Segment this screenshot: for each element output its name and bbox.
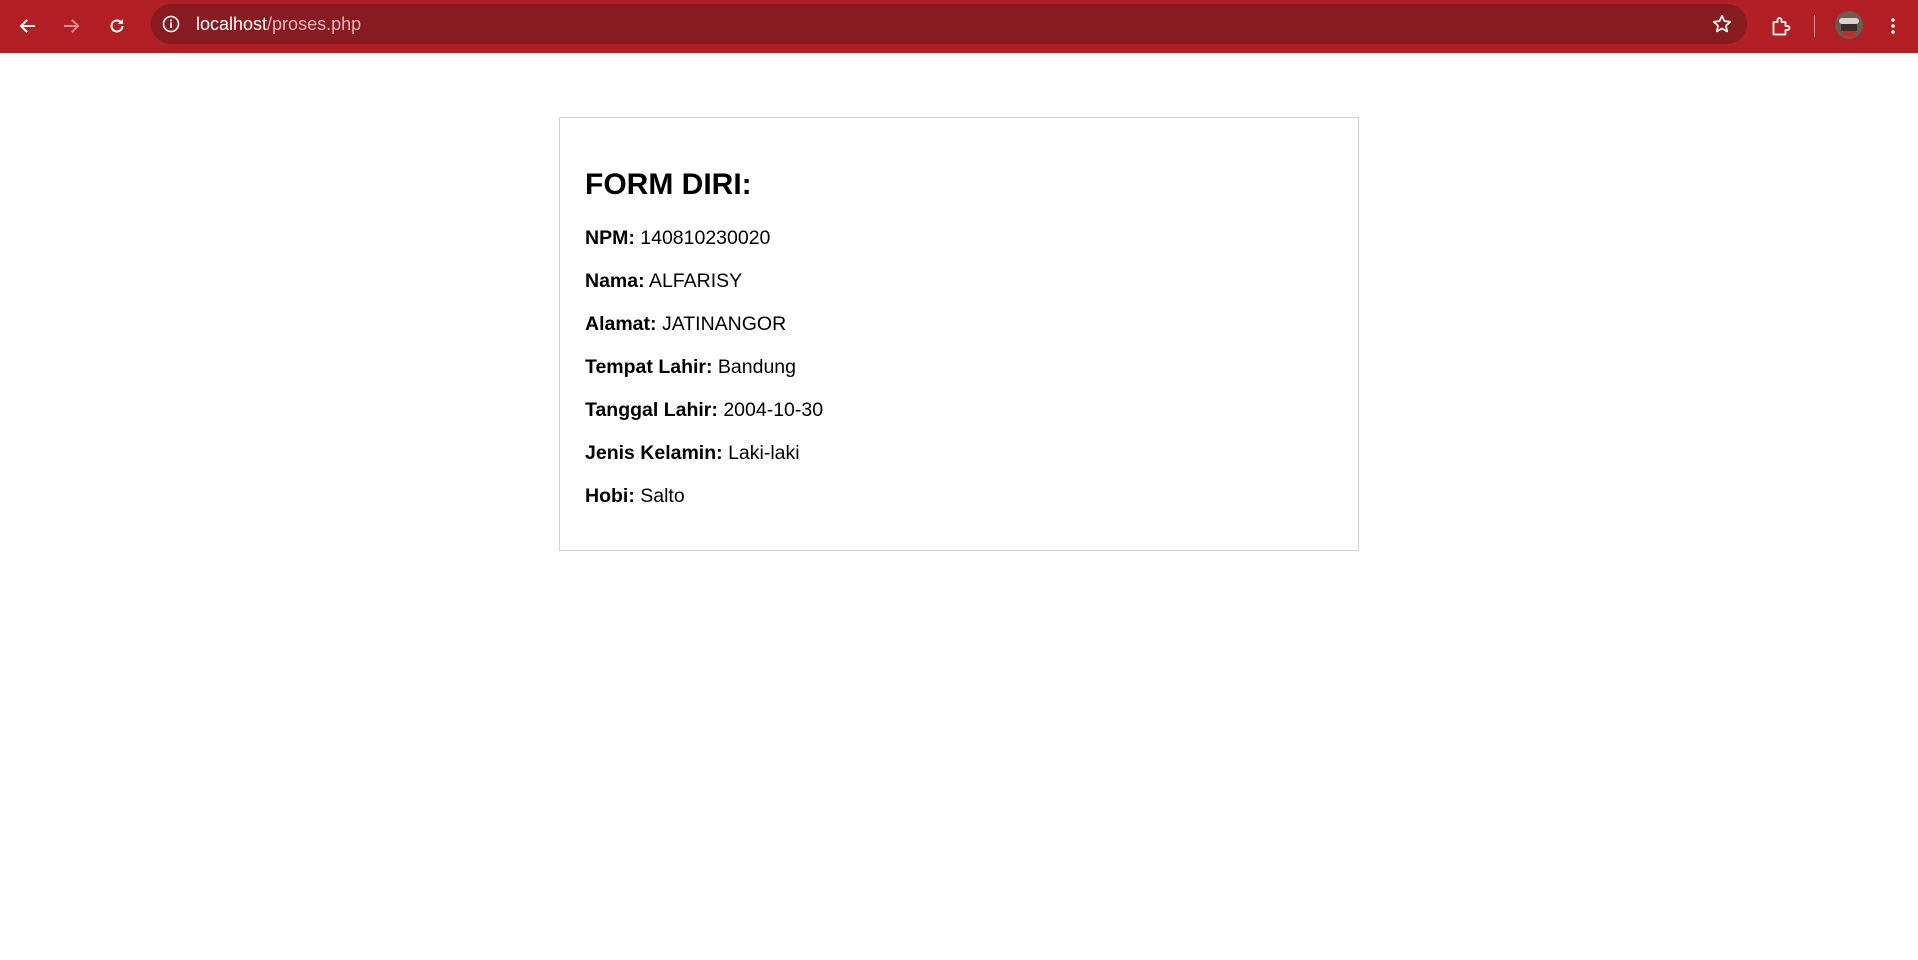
- field-nama: Nama: ALFARISY: [585, 268, 742, 294]
- back-button[interactable]: [10, 9, 44, 43]
- toolbar-divider: [1814, 15, 1815, 37]
- reload-icon: [110, 19, 124, 33]
- field-tempat-lahir: Tempat Lahir: Bandung: [585, 354, 796, 380]
- back-arrow-icon: [19, 19, 35, 33]
- forward-button[interactable]: [55, 9, 89, 43]
- url-path: /proses.php: [267, 14, 362, 34]
- field-label: Alamat:: [585, 313, 657, 335]
- forward-arrow-icon: [64, 19, 80, 33]
- field-label: Tanggal Lahir:: [585, 399, 718, 421]
- field-npm: NPM: 140810230020: [585, 225, 770, 251]
- more-menu-button[interactable]: [1876, 9, 1910, 43]
- site-info-icon[interactable]: [161, 14, 181, 34]
- bookmark-star-icon[interactable]: [1711, 13, 1733, 35]
- form-result-card: FORM DIRI: NPM: 140810230020 Nama: ALFAR…: [559, 117, 1359, 551]
- field-label: Jenis Kelamin:: [585, 442, 723, 464]
- extensions-icon: [1772, 17, 1791, 36]
- field-label: Tempat Lahir:: [585, 356, 713, 378]
- form-title: FORM DIRI:: [585, 168, 752, 201]
- field-label: Hobi:: [585, 485, 635, 507]
- field-label: Nama:: [585, 270, 645, 292]
- field-value: ALFARISY: [648, 270, 743, 292]
- url-host: localhost: [196, 14, 268, 34]
- field-alamat: Alamat: JATINANGOR: [585, 311, 786, 337]
- avatar-image: [1835, 11, 1863, 39]
- more-menu-icon: [1891, 18, 1895, 34]
- reload-button[interactable]: [100, 9, 134, 43]
- field-value: 2004-10-30: [723, 399, 824, 421]
- address-bar[interactable]: localhost/proses.php: [151, 4, 1747, 44]
- field-value: JATINANGOR: [661, 313, 787, 335]
- profile-avatar[interactable]: [1835, 11, 1863, 39]
- field-value: Laki-laki: [728, 442, 800, 464]
- field-hobi: Hobi: Salto: [585, 483, 685, 509]
- field-value: Bandung: [717, 356, 796, 378]
- field-jenis-kelamin: Jenis Kelamin: Laki-laki: [585, 440, 800, 466]
- field-value: 140810230020: [640, 227, 771, 249]
- extensions-button[interactable]: [1764, 9, 1798, 43]
- browser-toolbar: localhost/proses.php: [0, 0, 1918, 53]
- url-text[interactable]: localhost/proses.php: [196, 4, 361, 44]
- field-label: NPM:: [585, 227, 635, 249]
- field-tanggal-lahir: Tanggal Lahir: 2004-10-30: [585, 397, 823, 423]
- field-value: Salto: [640, 485, 685, 507]
